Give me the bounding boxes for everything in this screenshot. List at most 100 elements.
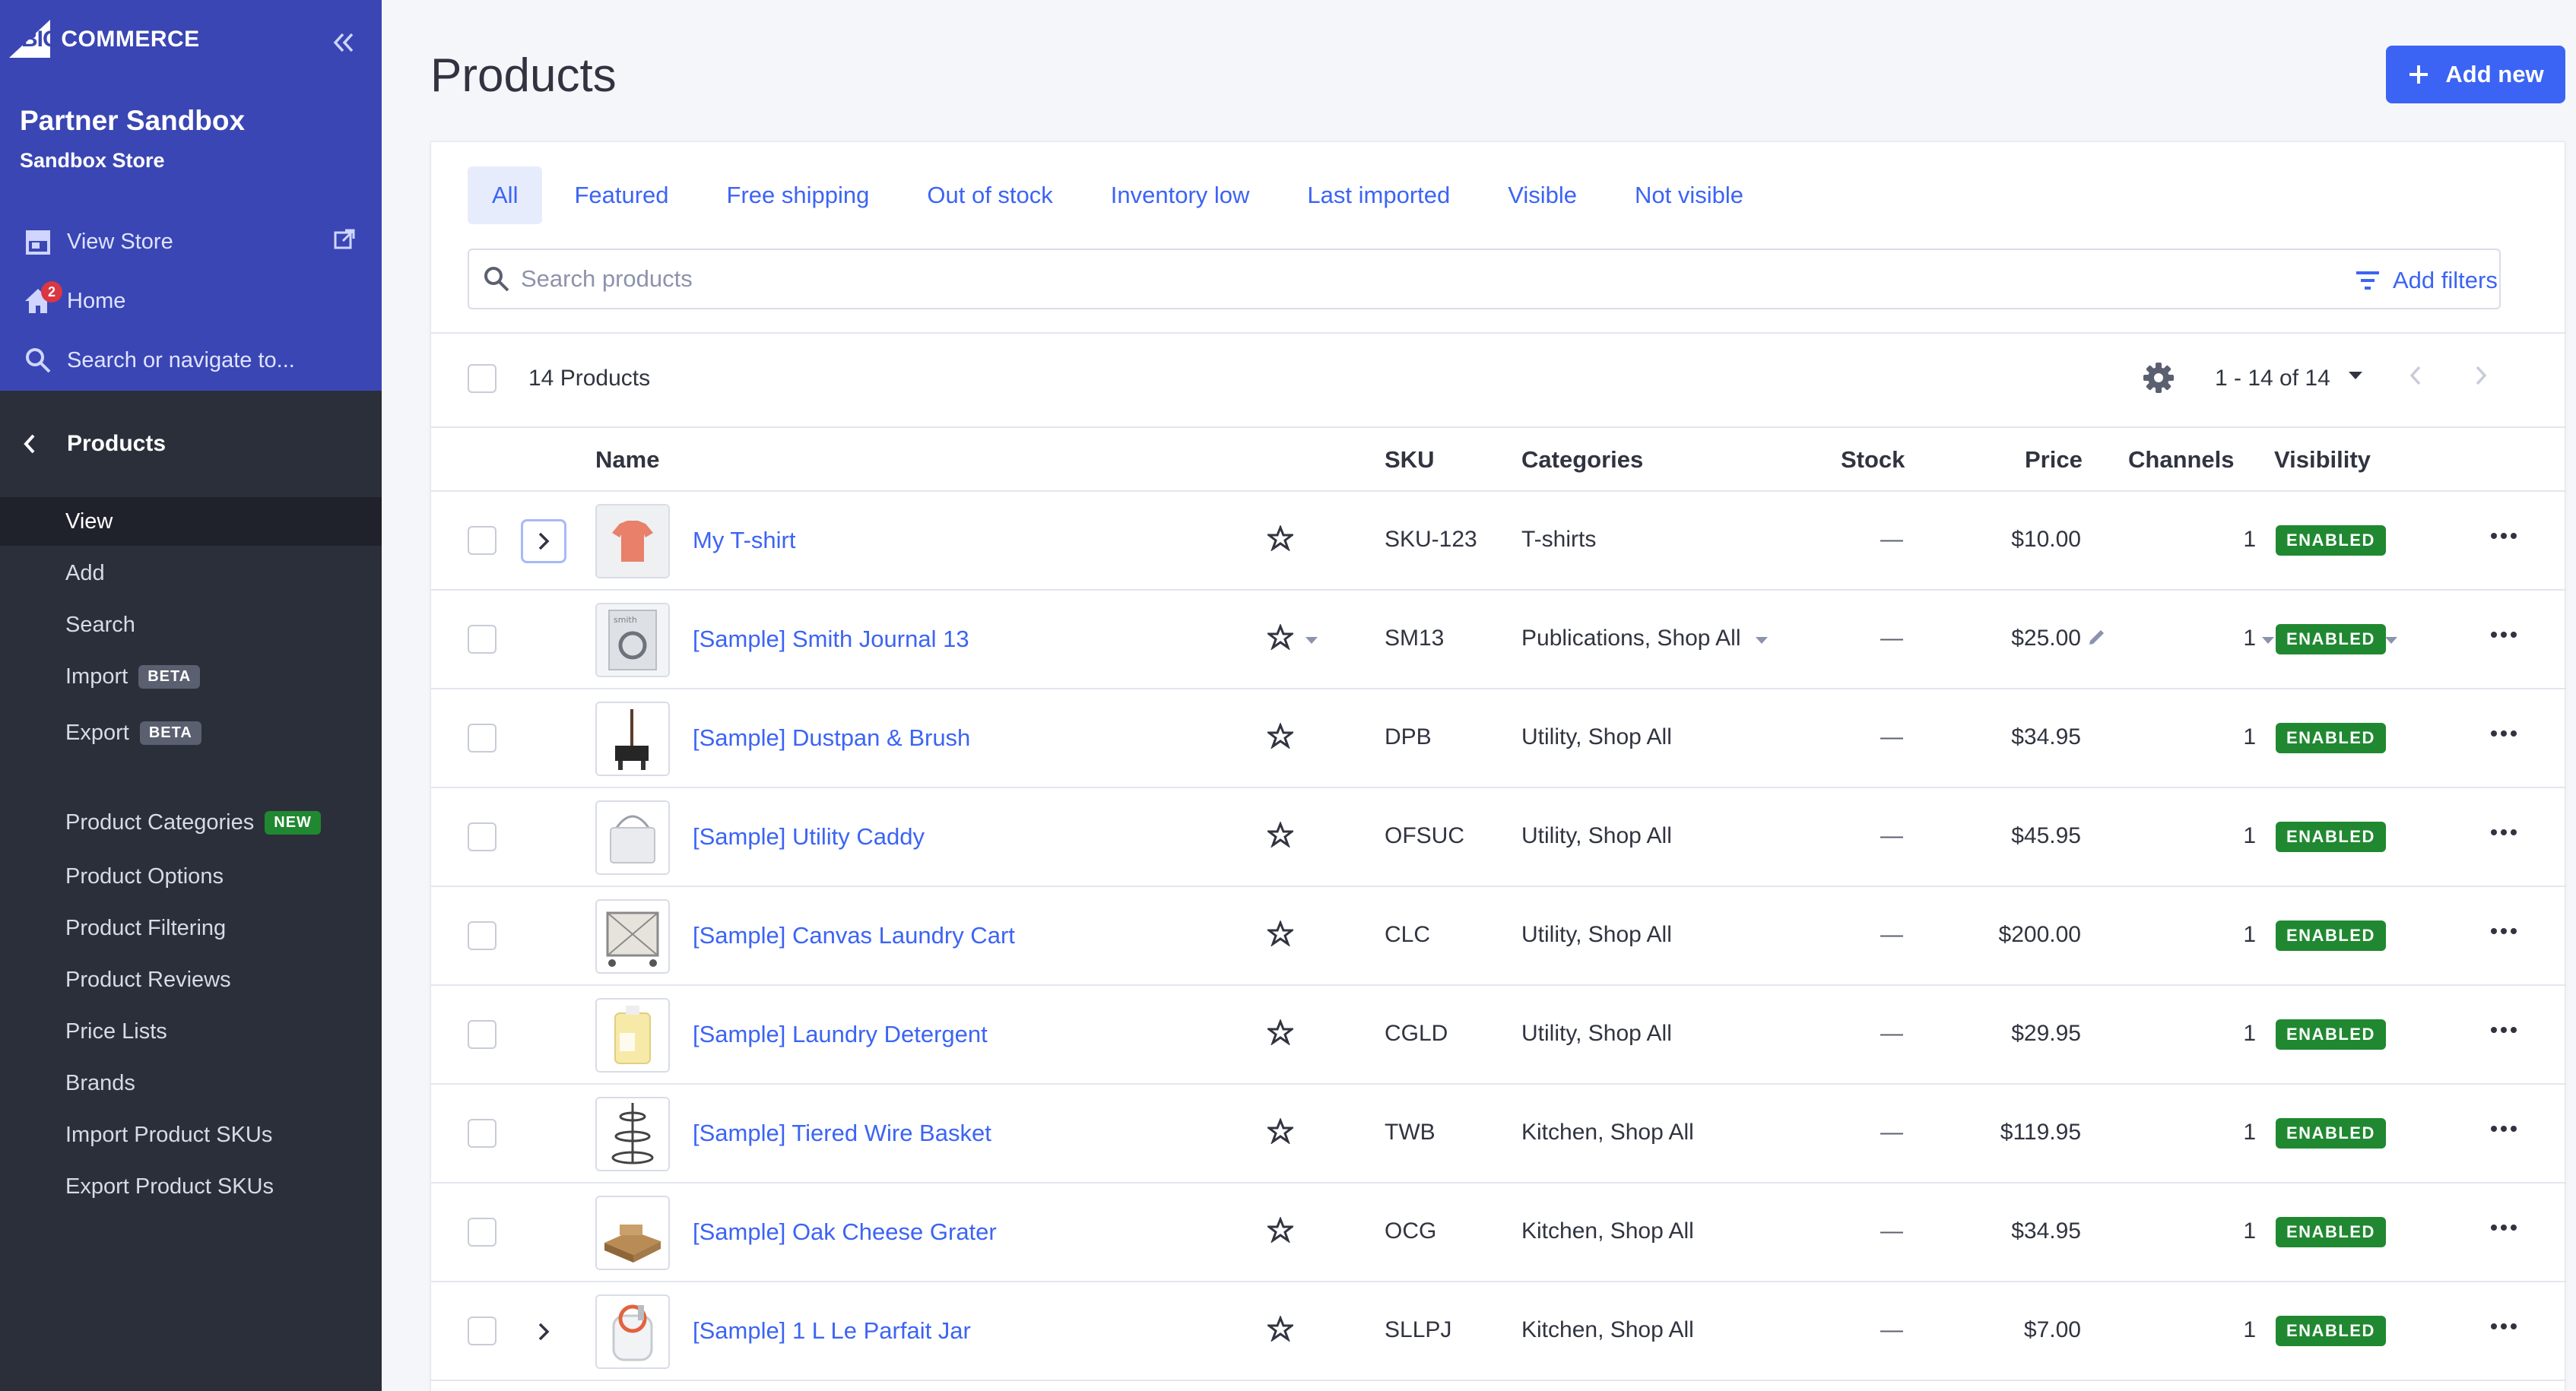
row-actions-button[interactable]	[2490, 826, 2517, 840]
add-new-button[interactable]: Add new	[2386, 46, 2565, 103]
visibility-status-badge[interactable]: ENABLED	[2276, 1019, 2386, 1050]
tab-out-of-stock[interactable]: Out of stock	[901, 166, 1078, 224]
product-name-link[interactable]: [Sample] Canvas Laundry Cart	[693, 922, 1015, 949]
search-icon	[20, 342, 56, 379]
sidebar-item-product-options[interactable]: Product Options	[0, 852, 382, 901]
row-checkbox[interactable]	[468, 724, 496, 753]
column-header-name[interactable]: Name	[595, 446, 659, 474]
channels-dropdown[interactable]	[2260, 635, 2276, 648]
row-checkbox[interactable]	[468, 921, 496, 950]
visibility-status-badge[interactable]: ENABLED	[2276, 1316, 2386, 1346]
sidebar-item-import[interactable]: Import BETA	[0, 652, 382, 701]
featured-star-button[interactable]	[1265, 623, 1296, 654]
sidebar-item-add[interactable]: Add	[0, 549, 382, 597]
row-checkbox[interactable]	[468, 1119, 496, 1148]
previous-page-button[interactable]	[2408, 364, 2423, 391]
row-actions-button[interactable]	[2490, 629, 2517, 642]
featured-star-button[interactable]	[1265, 1117, 1296, 1148]
expand-row-button[interactable]	[521, 519, 566, 563]
add-filters-button[interactable]: Add filters	[2355, 264, 2498, 297]
sidebar-item-product-filtering[interactable]: Product Filtering	[0, 904, 382, 952]
product-name-link[interactable]: [Sample] Laundry Detergent	[693, 1021, 988, 1048]
row-checkbox[interactable]	[468, 1020, 496, 1049]
row-checkbox[interactable]	[468, 1218, 496, 1247]
star-icon	[1265, 1215, 1296, 1244]
sidebar-item-view[interactable]: View	[0, 497, 382, 546]
visibility-status-badge[interactable]: ENABLED	[2276, 822, 2386, 852]
bigcommerce-logo[interactable]: BIG COMMERCE	[9, 18, 199, 61]
visibility-status-badge[interactable]: ENABLED	[2276, 1217, 2386, 1247]
product-name-link[interactable]: [Sample] Smith Journal 13	[693, 626, 969, 653]
row-actions-button[interactable]	[2490, 1024, 2517, 1038]
product-name-link[interactable]: My T-shirt	[693, 527, 796, 554]
row-actions-button[interactable]	[2490, 530, 2517, 543]
row-actions-button[interactable]	[2490, 1123, 2517, 1136]
search-products-field[interactable]	[468, 249, 2501, 309]
featured-star-button[interactable]	[1265, 1314, 1296, 1345]
categories-dropdown[interactable]	[1754, 635, 1769, 648]
sidebar-item-import-product-skus[interactable]: Import Product SKUs	[0, 1111, 382, 1159]
tab-free-shipping[interactable]: Free shipping	[701, 166, 896, 224]
sidebar-item-export-product-skus[interactable]: Export Product SKUs	[0, 1162, 382, 1211]
search-navigate-link[interactable]: Search or navigate to...	[20, 339, 366, 382]
column-header-categories[interactable]: Categories	[1521, 446, 1643, 474]
collapse-sidebar-button[interactable]	[325, 24, 362, 61]
row-checkbox[interactable]	[468, 1317, 496, 1345]
visibility-status-badge[interactable]: ENABLED	[2276, 723, 2386, 753]
search-products-input[interactable]	[521, 265, 2422, 293]
row-checkbox[interactable]	[468, 526, 496, 555]
products-section-header[interactable]: Products	[0, 417, 382, 471]
sidebar-item-brands[interactable]: Brands	[0, 1059, 382, 1107]
product-name-link[interactable]: [Sample] Tiered Wire Basket	[693, 1120, 991, 1147]
tab-featured[interactable]: Featured	[548, 166, 694, 224]
home-link[interactable]: 2 Home	[20, 280, 366, 322]
featured-star-button[interactable]	[1265, 820, 1296, 851]
tab-inventory-low[interactable]: Inventory low	[1085, 166, 1276, 224]
next-page-button[interactable]	[2473, 364, 2489, 391]
visibility-status-badge[interactable]: ENABLED	[2276, 525, 2386, 556]
column-header-price[interactable]: Price	[2025, 446, 2083, 474]
sidebar-item-price-lists[interactable]: Price Lists	[0, 1007, 382, 1056]
featured-star-button[interactable]	[1265, 524, 1296, 555]
product-name-link[interactable]: [Sample] Utility Caddy	[693, 823, 925, 851]
select-all-checkbox[interactable]	[468, 364, 496, 393]
row-checkbox[interactable]	[468, 822, 496, 851]
per-page-dropdown[interactable]	[2347, 370, 2364, 385]
table-settings-button[interactable]	[2142, 361, 2175, 398]
row-actions-button[interactable]	[2490, 1221, 2517, 1235]
featured-star-button[interactable]	[1265, 1215, 1296, 1247]
sidebar-item-product-categories[interactable]: Product Categories NEW	[0, 798, 382, 847]
tab-last-imported[interactable]: Last imported	[1281, 166, 1476, 224]
column-header-stock[interactable]: Stock	[1841, 446, 1905, 474]
sidebar-item-export[interactable]: Export BETA	[0, 708, 382, 757]
column-header-sku[interactable]: SKU	[1385, 446, 1434, 474]
sidebar-item-search[interactable]: Search	[0, 600, 382, 649]
row-checkbox[interactable]	[468, 625, 496, 654]
visibility-status-badge[interactable]: ENABLED	[2276, 1118, 2386, 1149]
tab-visible[interactable]: Visible	[1482, 166, 1603, 224]
product-name-link[interactable]: [Sample] 1 L Le Parfait Jar	[693, 1317, 971, 1345]
featured-dropdown[interactable]	[1304, 635, 1319, 648]
view-store-link[interactable]: View Store	[20, 220, 366, 263]
featured-star-button[interactable]	[1265, 1018, 1296, 1049]
storefront-icon	[20, 223, 56, 260]
visibility-dropdown[interactable]	[2384, 635, 2399, 648]
visibility-status-badge[interactable]: ENABLED	[2276, 624, 2386, 654]
row-actions-button[interactable]	[2490, 1320, 2517, 1334]
column-header-visibility[interactable]: Visibility	[2274, 446, 2371, 474]
product-name-link[interactable]: [Sample] Dustpan & Brush	[693, 724, 970, 752]
tab-not-visible[interactable]: Not visible	[1609, 166, 1769, 224]
featured-star-button[interactable]	[1265, 919, 1296, 950]
row-actions-button[interactable]	[2490, 925, 2517, 939]
edit-price-button[interactable]	[2087, 626, 2108, 651]
expand-row-button[interactable]	[521, 1310, 566, 1354]
page-title: Products	[430, 49, 617, 102]
visibility-status-badge[interactable]: ENABLED	[2276, 920, 2386, 951]
sidebar-item-product-reviews[interactable]: Product Reviews	[0, 955, 382, 1004]
tab-all[interactable]: All	[468, 166, 543, 224]
row-actions-button[interactable]	[2490, 727, 2517, 741]
featured-star-button[interactable]	[1265, 721, 1296, 753]
home-icon: 2	[20, 281, 62, 319]
column-header-channels[interactable]: Channels	[2128, 446, 2235, 474]
product-name-link[interactable]: [Sample] Oak Cheese Grater	[693, 1218, 997, 1246]
